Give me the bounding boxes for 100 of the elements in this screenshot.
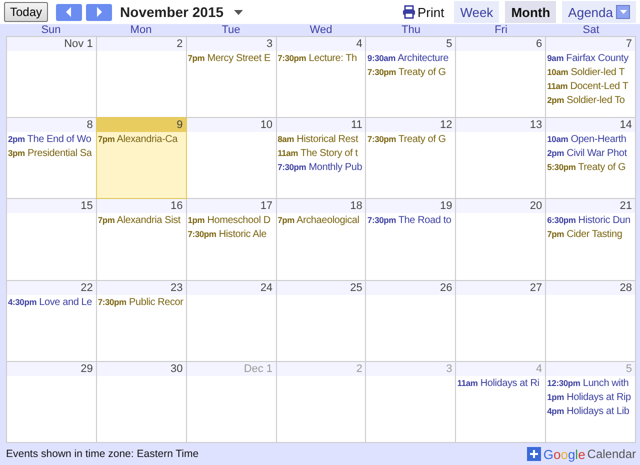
day-cell[interactable]: 16 7pm Alexandria Sist xyxy=(96,199,186,280)
calendar-event[interactable]: 10am Soldier-led T xyxy=(546,65,635,79)
day-cell[interactable]: 24 xyxy=(186,280,276,361)
calendar-event[interactable]: 9:30am Architecture xyxy=(366,51,456,65)
day-cell[interactable]: 18 7pm Archaeological xyxy=(276,199,366,280)
day-cell[interactable]: 20 xyxy=(456,199,546,280)
day-cell[interactable]: 5 12:30pm Lunch with 1pm Holidays at Rip 4pm Holidays at Lib xyxy=(546,362,635,442)
day-number[interactable]: 3 xyxy=(186,37,276,51)
day-cell[interactable]: 17 1pm Homeschool D 7:30pm Historic Ale xyxy=(186,199,276,280)
calendar-event[interactable]: 7:30pm The Road to xyxy=(366,213,456,228)
day-number[interactable]: 20 xyxy=(456,199,546,214)
calendar-event[interactable]: 7:30pm Treaty of G xyxy=(366,65,456,79)
calendar-event[interactable]: 7pm Archaeological xyxy=(276,213,366,228)
view-tab[interactable]: Week xyxy=(454,1,500,23)
day-cell[interactable]: 5 9:30am Architecture 7:30pm Treaty of G xyxy=(366,37,456,118)
calendar-event[interactable]: 1pm Homeschool D xyxy=(186,213,276,228)
day-cell[interactable]: 22 4:30pm Love and Le xyxy=(7,280,96,361)
day-cell[interactable]: 10 xyxy=(186,118,276,198)
day-cell[interactable]: 12 7:30pm Treaty of G xyxy=(366,118,456,198)
day-cell[interactable]: 14 10am Open-Hearth 2pm Civil War Phot 5:30pm Treaty of G xyxy=(546,118,635,198)
calendar-event[interactable]: 11am Docent-Led T xyxy=(546,79,635,93)
day-cell[interactable]: 25 xyxy=(276,280,366,361)
view-tab[interactable]: Agenda xyxy=(562,1,636,23)
day-cell[interactable]: 2 xyxy=(96,37,186,118)
caret-icon[interactable] xyxy=(234,10,243,14)
today-button[interactable]: Today xyxy=(4,2,48,22)
day-number[interactable]: 17 xyxy=(186,199,276,214)
calendar-event[interactable]: 7:30pm Monthly Pub xyxy=(276,160,366,174)
day-number[interactable]: 10 xyxy=(186,118,276,132)
day-number[interactable]: 27 xyxy=(456,280,546,295)
view-tab[interactable]: Month xyxy=(505,1,556,23)
calendar-event[interactable]: 10am Open-Hearth xyxy=(546,132,635,146)
calendar-event[interactable]: 7:30pm Treaty of G xyxy=(366,132,456,146)
calendar-event[interactable]: 7pm Alexandria-Ca xyxy=(96,132,186,146)
print-button[interactable]: Print xyxy=(402,4,448,20)
previous-button[interactable] xyxy=(56,4,82,20)
day-cell[interactable]: 19 7:30pm The Road to xyxy=(366,199,456,280)
day-number[interactable]: 26 xyxy=(366,280,456,295)
day-cell[interactable]: 21 6:30pm Historic Dun 7pm Cider Tasting xyxy=(546,199,635,280)
day-number[interactable]: 25 xyxy=(276,280,366,295)
day-cell[interactable]: 27 xyxy=(456,280,546,361)
google-calendar-link[interactable]: Google Calendar xyxy=(527,446,636,462)
calendar-event[interactable]: 7pm Mercy Street E xyxy=(186,51,276,65)
day-cell[interactable]: 11 8am Historical Rest 11am The Story of t 7:30pm Monthly Pub xyxy=(276,118,366,198)
day-cell[interactable]: 4 7:30pm Lecture: Th xyxy=(276,37,366,118)
day-number[interactable]: 13 xyxy=(456,118,546,132)
day-cell[interactable]: 26 xyxy=(366,280,456,361)
day-cell[interactable]: 15 xyxy=(7,199,96,280)
day-number[interactable]: 28 xyxy=(546,280,635,295)
day-number[interactable]: 8 xyxy=(7,118,96,132)
day-cell[interactable]: 6 xyxy=(456,37,546,118)
calendar-event[interactable]: 7pm Alexandria Sist xyxy=(96,213,186,228)
day-cell[interactable]: 28 xyxy=(546,280,635,361)
day-cell[interactable]: 8 2pm The End of Wo 3pm Presidential Sa xyxy=(7,118,96,198)
day-number[interactable]: 14 xyxy=(546,118,635,132)
dropdown-icon[interactable] xyxy=(616,5,630,19)
calendar-event[interactable]: 4:30pm Love and Le xyxy=(7,294,96,309)
day-number[interactable]: 18 xyxy=(276,199,366,214)
calendar-event[interactable]: 4pm Holidays at Lib xyxy=(546,404,635,418)
calendar-event[interactable]: 11am Holidays at Ri xyxy=(456,376,546,390)
calendar-event[interactable]: 2pm The End of Wo xyxy=(7,132,96,146)
day-number[interactable]: 2 xyxy=(96,37,186,51)
day-number[interactable]: 22 xyxy=(7,280,96,295)
day-number[interactable]: 5 xyxy=(366,37,456,51)
day-cell[interactable]: 9 7pm Alexandria-Ca xyxy=(96,118,186,198)
day-number[interactable]: 23 xyxy=(96,280,186,295)
day-number[interactable]: 9 xyxy=(96,118,186,132)
day-number[interactable]: 30 xyxy=(96,362,186,376)
day-number[interactable]: 21 xyxy=(546,199,635,214)
calendar-event[interactable]: 7:30pm Lecture: Th xyxy=(276,51,366,65)
day-cell[interactable]: 7 9am Fairfax County 10am Soldier-led T 11am Docent-Led T 2pm Soldier-led To xyxy=(546,37,635,118)
day-cell[interactable]: 3 7pm Mercy Street E xyxy=(186,37,276,118)
day-cell[interactable]: 13 xyxy=(456,118,546,198)
day-number[interactable]: 24 xyxy=(186,280,276,295)
day-cell[interactable]: 23 7:30pm Public Recor xyxy=(96,280,186,361)
calendar-event[interactable]: 7pm Cider Tasting xyxy=(546,227,635,242)
calendar-event[interactable]: 3pm Presidential Sa xyxy=(7,146,96,160)
calendar-event[interactable]: 12:30pm Lunch with xyxy=(546,376,635,390)
day-number[interactable]: 11 xyxy=(276,118,366,132)
calendar-event[interactable]: 8am Historical Rest xyxy=(276,132,366,146)
calendar-event[interactable]: 9am Fairfax County xyxy=(546,51,635,65)
day-number[interactable]: 19 xyxy=(366,199,456,214)
day-number[interactable]: 16 xyxy=(96,199,186,214)
calendar-event[interactable]: 1pm Holidays at Rip xyxy=(546,390,635,404)
calendar-event[interactable]: 7:30pm Public Recor xyxy=(96,294,186,309)
calendar-event[interactable]: 11am The Story of t xyxy=(276,146,366,160)
day-number[interactable]: 4 xyxy=(276,37,366,51)
day-number[interactable]: 6 xyxy=(456,37,546,51)
day-number[interactable]: 29 xyxy=(7,362,96,376)
calendar-event[interactable]: 7:30pm Historic Ale xyxy=(186,227,276,242)
day-cell[interactable]: Nov 1 xyxy=(7,37,96,118)
calendar-event[interactable]: 2pm Soldier-led To xyxy=(546,93,635,107)
day-cell[interactable]: 30 xyxy=(96,362,186,442)
day-cell[interactable]: 29 xyxy=(7,362,96,442)
day-number[interactable]: 7 xyxy=(546,37,635,51)
day-number[interactable]: 12 xyxy=(366,118,456,132)
day-number[interactable]: Nov 1 xyxy=(7,37,96,51)
day-cell[interactable]: 4 11am Holidays at Ri xyxy=(456,362,546,442)
day-number[interactable]: 15 xyxy=(7,199,96,214)
calendar-event[interactable]: 5:30pm Treaty of G xyxy=(546,160,635,174)
